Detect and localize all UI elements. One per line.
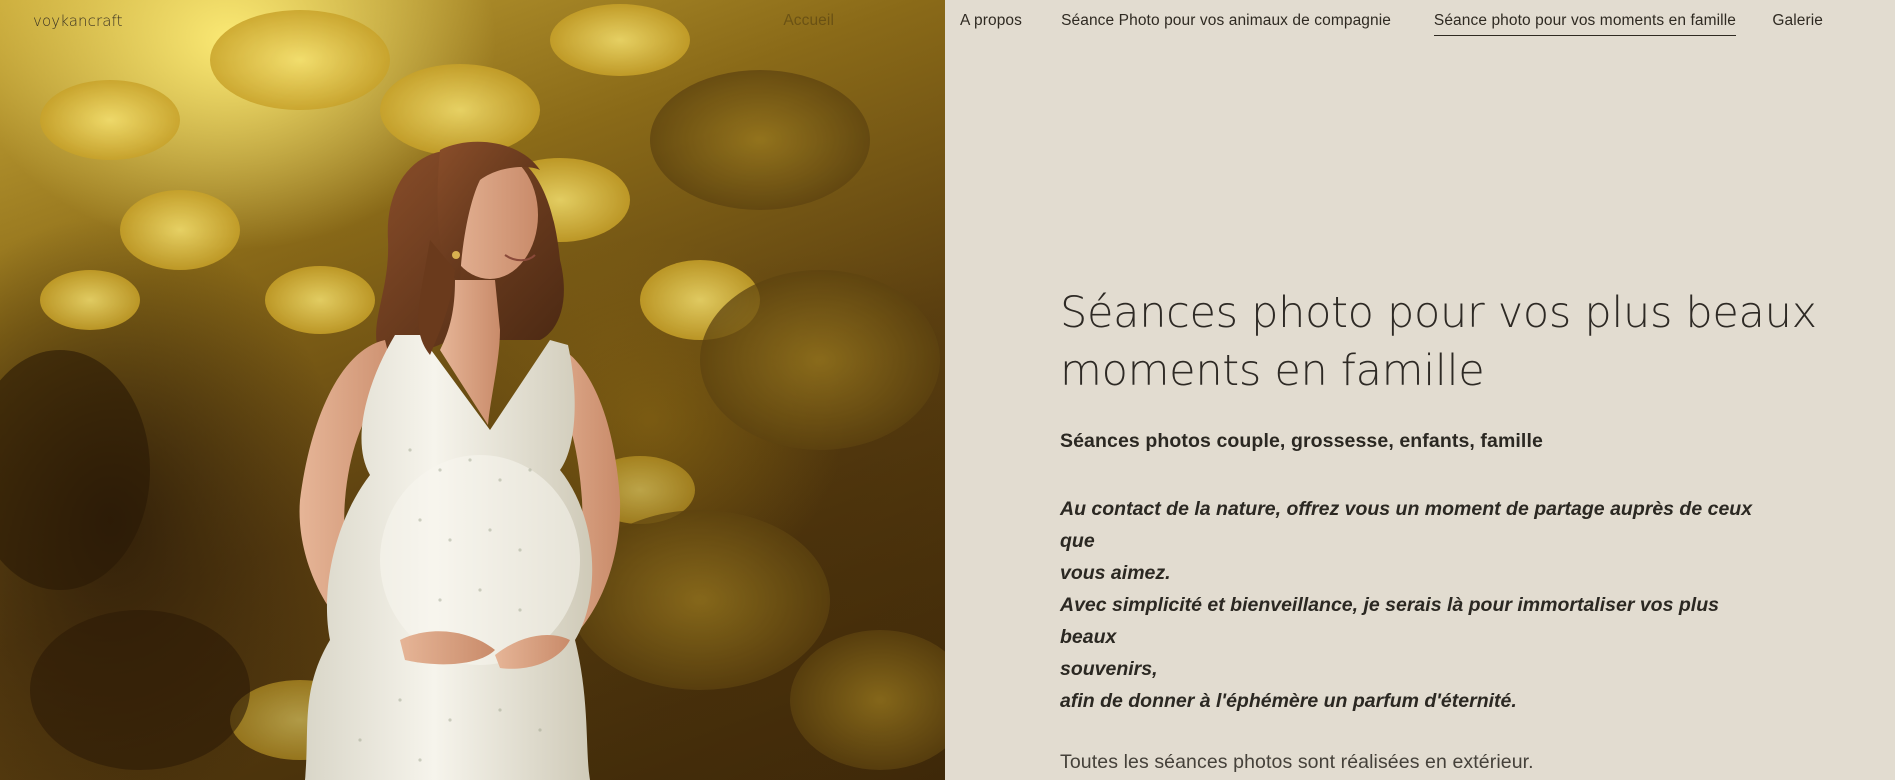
hero-content: Séances photo pour vos plus beaux moment… <box>1060 284 1830 774</box>
nav-accueil[interactable]: Accueil <box>783 12 834 35</box>
nav-animaux[interactable]: Séance Photo pour vos animaux de compagn… <box>1061 12 1391 35</box>
quote-line-4: souvenirs, <box>1060 658 1158 680</box>
quote-line-3: Avec simplicité et bienveillance, je ser… <box>1060 594 1719 648</box>
hero-photo <box>0 0 945 780</box>
page-title: Séances photo pour vos plus beaux moment… <box>1060 284 1830 400</box>
hero-photo-illustration <box>0 4 945 780</box>
nav-a-propos[interactable]: A propos <box>960 12 1022 35</box>
nav-galerie[interactable]: Galerie <box>1772 12 1823 35</box>
nav-famille[interactable]: Séance photo pour vos moments en famille <box>1433 12 1736 36</box>
page-title-line-1: Séances photo pour vos plus beaux <box>1060 288 1817 338</box>
page-title-line-2: moments en famille <box>1060 346 1485 396</box>
session-types: Séances photos couple, grossesse, enfant… <box>1060 430 1543 452</box>
quote-line-1: Au contact de la nature, offrez vous un … <box>1060 498 1753 552</box>
quote-line-5: afin de donner à l'éphémère un parfum d'… <box>1060 690 1517 712</box>
outdoor-note: Toutes les séances photos sont réalisées… <box>1060 751 1534 773</box>
brand-logo[interactable]: voykancraft <box>33 12 123 30</box>
intro-quote: Au contact de la nature, offrez vous un … <box>1060 493 1780 717</box>
quote-line-2: vous aimez. <box>1060 562 1171 584</box>
